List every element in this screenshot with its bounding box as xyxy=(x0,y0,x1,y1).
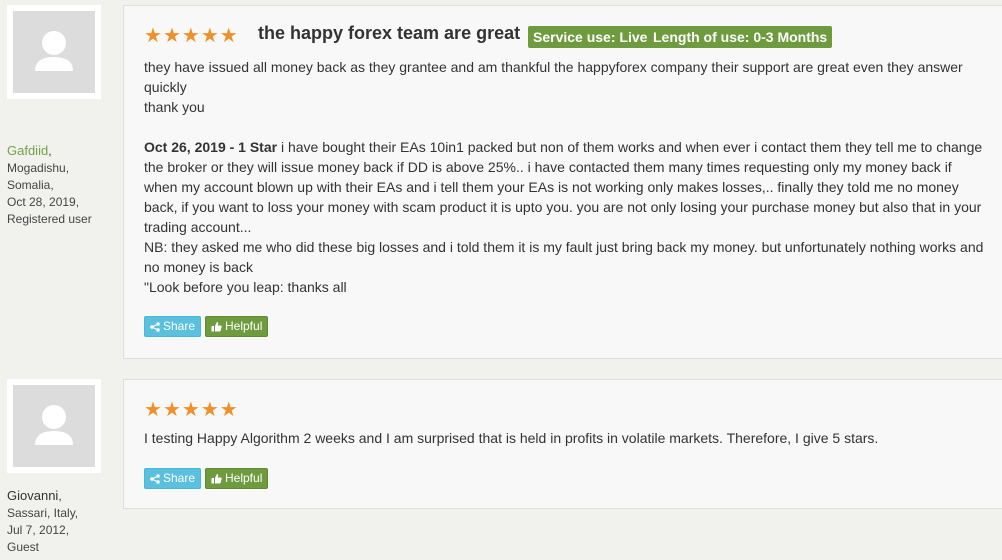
star-icon: ★ xyxy=(200,399,219,421)
author-city: Mogadishu, xyxy=(7,161,70,175)
author-role: Registered user xyxy=(7,212,92,226)
review-date: Oct 28, 2019, xyxy=(7,195,80,209)
star-icon: ★ xyxy=(144,25,162,47)
review-paragraph: I testing Happy Algorithm 2 weeks and I … xyxy=(144,430,879,446)
rating-stars: ★ ★ ★ ★ ★ xyxy=(144,400,238,420)
share-label: Share xyxy=(163,471,196,485)
review-card: ★ ★ ★ ★ ★ I testing Happy Algorithm 2 weeks … xyxy=(123,379,1002,509)
author-country: Somalia, xyxy=(7,178,54,192)
star-icon: ★ xyxy=(144,399,162,421)
helpful-label: Helpful xyxy=(225,471,263,485)
review-title: the happy forex team are great xyxy=(258,23,521,43)
star-icon: ★ xyxy=(181,25,200,47)
helpful-label: Helpful xyxy=(225,319,263,333)
share-button[interactable]: Share xyxy=(144,316,202,337)
rating-stars: ★ ★ ★ ★ ★ xyxy=(144,26,238,46)
review-paragraph: thank you xyxy=(144,99,205,115)
service-use-badge: Service use: Live xyxy=(528,26,653,48)
author-location: Sassari, Italy, xyxy=(7,506,79,520)
review-text: they have issued all money back as they … xyxy=(144,57,988,297)
star-icon: ★ xyxy=(219,399,238,421)
review-author: Gafdiid, Mogadishu, Somalia, Oct 28, 201… xyxy=(7,143,92,226)
avatar xyxy=(7,5,101,99)
avatar xyxy=(7,379,101,473)
review-item: Giovanni, Sassari, Italy, Jul 7, 2012, G… xyxy=(0,375,1002,560)
review-paragraph: "Look before you leap: thanks all xyxy=(144,279,347,295)
thumbs-up-icon xyxy=(211,322,222,332)
update-label: Oct 26, 2019 - 1 Star xyxy=(144,139,278,155)
review-update: Oct 26, 2019 - 1 Star i have bought thei… xyxy=(144,137,988,237)
review-paragraph: they have issued all money back as they … xyxy=(144,59,963,95)
review-text: I testing Happy Algorithm 2 weeks and I … xyxy=(144,428,988,448)
helpful-button[interactable]: Helpful xyxy=(205,316,269,337)
helpful-button[interactable]: Helpful xyxy=(205,468,269,489)
star-icon: ★ xyxy=(162,399,181,421)
review-card: ★ ★ ★ ★ ★ the happy forex team are great Ser… xyxy=(123,5,1002,359)
share-icon xyxy=(150,321,160,332)
author-name: Giovanni xyxy=(7,488,59,503)
star-icon: ★ xyxy=(219,25,238,47)
user-silhouette-icon xyxy=(35,31,73,71)
star-icon: ★ xyxy=(181,399,200,421)
review-date: Jul 7, 2012, xyxy=(7,523,70,537)
share-icon xyxy=(150,473,160,484)
star-icon: ★ xyxy=(200,25,219,47)
length-of-use-badge: Length of use: 0-3 Months xyxy=(648,26,833,48)
star-icon: ★ xyxy=(162,25,181,47)
review-paragraph: NB: they asked me who did these big loss… xyxy=(144,239,984,275)
share-label: Share xyxy=(163,319,196,333)
author-role: Guest xyxy=(7,540,40,554)
review-author: Giovanni, Sassari, Italy, Jul 7, 2012, G… xyxy=(7,488,79,554)
author-name-link[interactable]: Gafdiid xyxy=(7,143,48,158)
thumbs-up-icon xyxy=(211,474,222,484)
review-item: Gafdiid, Mogadishu, Somalia, Oct 28, 201… xyxy=(0,0,1002,365)
share-button[interactable]: Share xyxy=(144,468,202,489)
user-silhouette-icon xyxy=(35,405,73,445)
